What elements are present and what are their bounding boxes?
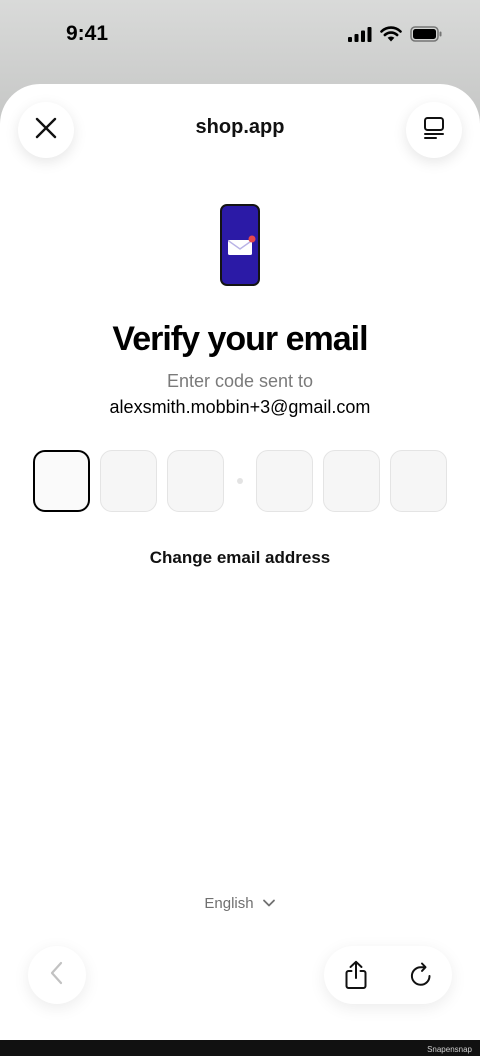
language-label: English bbox=[204, 895, 254, 912]
subtext: Enter code sent to bbox=[166, 371, 314, 391]
email-address: alexsmith.mobbin+3@gmail.com bbox=[109, 397, 371, 417]
share-icon[interactable] bbox=[341, 960, 371, 990]
code-separator bbox=[237, 478, 243, 484]
code-input-1[interactable] bbox=[33, 450, 90, 512]
code-input-6[interactable] bbox=[390, 450, 447, 512]
wifi-icon bbox=[380, 25, 402, 47]
tabs-button[interactable] bbox=[406, 102, 462, 158]
status-icons bbox=[348, 25, 442, 47]
battery-icon bbox=[410, 25, 442, 47]
phone-envelope-icon bbox=[220, 204, 260, 286]
code-input-4[interactable] bbox=[256, 450, 313, 512]
back-button[interactable] bbox=[28, 946, 86, 1004]
reload-icon[interactable] bbox=[406, 960, 436, 990]
action-pill bbox=[324, 946, 452, 1004]
chevron-left-icon bbox=[49, 960, 65, 991]
language-selector[interactable]: English bbox=[0, 895, 480, 912]
browser-sheet: shop.app Verify your email Enter code se… bbox=[0, 84, 480, 1040]
status-bar: 9:41 bbox=[0, 0, 480, 72]
envelope-icon bbox=[227, 235, 256, 262]
status-time: 9:41 bbox=[66, 22, 109, 45]
chevron-down-icon bbox=[262, 895, 276, 912]
page-heading: Verify your email bbox=[112, 320, 368, 358]
tabs-icon bbox=[423, 116, 445, 145]
change-email-link[interactable]: Change email address bbox=[0, 548, 480, 568]
code-input-5[interactable] bbox=[323, 450, 380, 512]
watermark: Snapensnap bbox=[427, 1045, 472, 1054]
code-input-3[interactable] bbox=[167, 450, 224, 512]
code-input-2[interactable] bbox=[100, 450, 157, 512]
signal-icon bbox=[348, 26, 372, 47]
bottom-bar bbox=[0, 1040, 480, 1056]
